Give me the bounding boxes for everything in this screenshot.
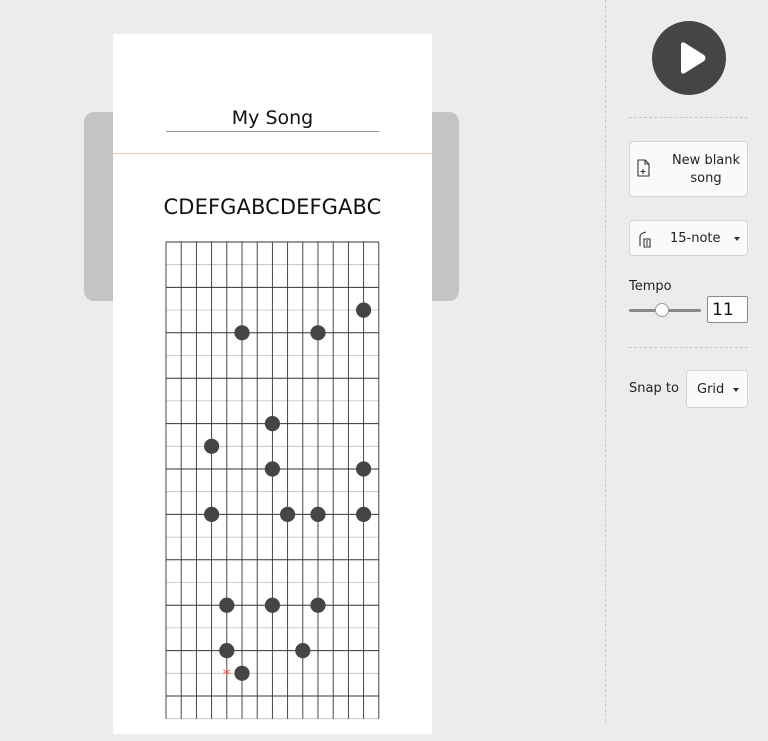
note-dot[interactable]: [234, 665, 250, 681]
note-dot[interactable]: [204, 506, 220, 522]
sidebar: New blank song 15-note Tempo Snap to Gri…: [605, 0, 768, 722]
sidebar-separator: [629, 347, 748, 348]
note-dot[interactable]: [356, 302, 372, 318]
note-dot[interactable]: [356, 461, 372, 477]
music-box-icon: [639, 231, 651, 248]
snap-to-select[interactable]: Grid: [686, 370, 748, 408]
chevron-down-icon: [734, 237, 740, 241]
tempo-input[interactable]: [707, 296, 748, 323]
note-dot[interactable]: [219, 597, 235, 613]
note-dot[interactable]: [295, 643, 311, 659]
note-dot[interactable]: [219, 643, 235, 659]
snap-to-value: Grid: [697, 382, 725, 397]
song-paper: CDEFGABCDEFGABC *: [113, 34, 432, 734]
note-count-select[interactable]: 15-note: [629, 220, 748, 256]
note-dot[interactable]: [264, 416, 280, 432]
insert-cursor-icon: *: [223, 665, 232, 685]
new-blank-song-label: New blank song: [671, 153, 741, 186]
tempo-slider[interactable]: [629, 302, 703, 320]
note-dot[interactable]: [356, 506, 372, 522]
play-button[interactable]: [652, 21, 726, 95]
tempo-label: Tempo: [629, 279, 672, 294]
note-dot[interactable]: [310, 506, 326, 522]
note-dot[interactable]: [264, 461, 280, 477]
note-dot[interactable]: [204, 438, 220, 454]
song-title-input[interactable]: [166, 104, 379, 132]
note-count-value: 15-note: [670, 231, 721, 246]
play-icon: [681, 42, 706, 74]
note-dot[interactable]: [264, 597, 280, 613]
note-names-label: CDEFGABCDEFGABC: [163, 195, 382, 219]
note-dot[interactable]: [310, 325, 326, 341]
chevron-down-icon: [733, 388, 739, 392]
header-divider: [113, 153, 432, 154]
snap-to-label: Snap to: [629, 381, 679, 396]
note-dot[interactable]: [310, 597, 326, 613]
note-dot[interactable]: [280, 506, 296, 522]
new-file-icon: [637, 159, 650, 177]
tempo-slider-thumb[interactable]: [655, 303, 669, 317]
note-grid[interactable]: *: [165, 241, 380, 741]
sidebar-separator: [629, 117, 748, 118]
note-dot[interactable]: [234, 325, 250, 341]
new-blank-song-button[interactable]: New blank song: [629, 141, 748, 197]
